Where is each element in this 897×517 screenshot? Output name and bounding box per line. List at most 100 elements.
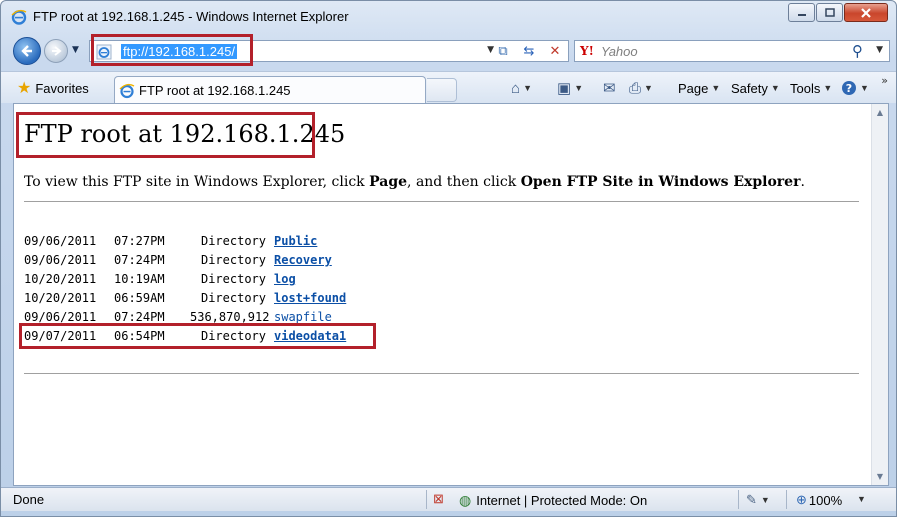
scroll-up-icon[interactable]: ▲ — [872, 104, 888, 121]
chevron-down-icon: ▼ — [770, 83, 780, 93]
page-content: FTP root at 192.168.1.245 To view this F… — [13, 103, 889, 486]
back-button[interactable] — [13, 37, 41, 65]
entry-link-log[interactable]: log — [274, 272, 296, 286]
list-item: 09/06/2011 07:27PM Directory Public — [24, 232, 346, 251]
close-icon — [861, 7, 871, 18]
list-item: 09/06/2011 07:24PM Directory Recovery — [24, 251, 346, 270]
instruction-open-keyword: Open FTP Site in Windows Explorer — [520, 174, 801, 190]
forward-icon — [52, 46, 62, 56]
zoom-control[interactable]: ⊕ 100% — [796, 492, 842, 508]
instruction-mid: , and then click — [407, 174, 521, 190]
scroll-down-icon[interactable]: ▼ — [872, 468, 888, 485]
browser-window: FTP root at 192.168.1.245 - Windows Inte… — [0, 0, 897, 517]
refresh-icon[interactable]: ⇆ — [520, 43, 538, 60]
security-status[interactable]: ✎ ▼ — [746, 492, 770, 508]
entry-date: 09/06/2011 — [24, 253, 97, 267]
forward-button[interactable] — [44, 39, 68, 63]
safety-menu[interactable]: Safety ▼ — [731, 78, 780, 98]
entry-time: 06:59AM — [114, 291, 165, 305]
instruction-text: To view this FTP site in Windows Explore… — [24, 174, 805, 190]
entry-date: 10/20/2011 — [24, 291, 97, 305]
yahoo-icon: Y! — [580, 44, 594, 58]
entry-time: 10:19AM — [114, 272, 165, 286]
address-dropdown[interactable]: ▼ — [487, 45, 494, 55]
title-highlight-box — [16, 112, 315, 158]
home-icon: ⌂ — [511, 79, 521, 97]
videodata1-highlight-box — [19, 323, 376, 349]
zoom-level: 100% — [808, 492, 843, 508]
entry-date: 10/20/2011 — [24, 272, 97, 286]
divider-bottom — [24, 373, 859, 374]
tools-menu[interactable]: Tools ▼ — [790, 78, 832, 98]
entry-size: Directory — [200, 234, 266, 248]
address-row: ▼ ftp://192.168.1.245/ ▼ ⧉ ⇆ ✕ Y! Yahoo … — [1, 33, 896, 69]
search-icon[interactable]: ⚲ — [852, 42, 863, 60]
feeds-icon: ▣ — [557, 80, 572, 97]
status-separator — [786, 490, 787, 509]
entry-link-swapfile[interactable]: swapfile — [274, 310, 332, 324]
search-box[interactable]: Y! Yahoo ⚲ ▼ — [574, 40, 890, 62]
globe-icon: ◍ — [459, 492, 472, 508]
minimize-icon — [797, 13, 806, 16]
print-button[interactable]: ⎙ ▼ — [629, 78, 653, 98]
instruction-end: . — [800, 174, 805, 190]
tab-ftp-root[interactable]: FTP root at 192.168.1.245 — [114, 76, 426, 104]
entry-time: 07:24PM — [114, 253, 165, 267]
tab-label: FTP root at 192.168.1.245 — [139, 83, 291, 98]
list-item: 10/20/2011 10:19AM Directory log — [24, 270, 346, 289]
compat-view-icon[interactable]: ⧉ — [494, 43, 512, 60]
chevron-more-icon[interactable]: » — [881, 74, 888, 87]
entry-size: Directory — [200, 272, 266, 286]
status-bar: Done ⊠ ◍ Internet | Protected Mode: On ✎… — [1, 487, 896, 511]
chevron-down-icon: ▼ — [823, 83, 833, 93]
recent-pages-dropdown[interactable]: ▼ — [72, 45, 79, 55]
window-controls — [787, 3, 888, 22]
mail-button[interactable]: ✉ — [603, 78, 616, 98]
entry-size: Directory — [200, 253, 266, 267]
tools-menu-label: Tools — [790, 80, 821, 96]
safety-menu-label: Safety — [731, 80, 768, 96]
entry-link-public[interactable]: Public — [274, 234, 317, 248]
zoom-icon: ⊕ — [796, 492, 807, 507]
help-icon: ? — [842, 81, 856, 95]
status-separator — [426, 490, 427, 509]
list-item: 10/20/2011 06:59AM Directory lost+found — [24, 289, 346, 308]
popup-blocked-icon[interactable]: ⊠ — [433, 491, 444, 507]
entry-link-lost-found[interactable]: lost+found — [274, 291, 346, 305]
minimize-button[interactable] — [788, 3, 815, 22]
feeds-button[interactable]: ▣ ▼ — [557, 78, 583, 98]
entry-date: 09/06/2011 — [24, 234, 97, 248]
ie-icon — [11, 9, 27, 25]
vertical-scrollbar[interactable]: ▲ ▼ — [871, 104, 888, 485]
search-placeholder: Yahoo — [601, 44, 638, 59]
svg-text:?: ? — [846, 82, 852, 95]
back-icon — [21, 45, 32, 57]
home-button[interactable]: ⌂ ▼ — [511, 78, 532, 98]
status-separator — [738, 490, 739, 509]
maximize-icon — [824, 8, 835, 17]
new-tab-button[interactable] — [427, 78, 457, 102]
page-menu-label: Page — [678, 80, 709, 96]
zone-text: Internet | Protected Mode: On — [476, 493, 648, 508]
mail-icon: ✉ — [603, 80, 616, 97]
favorites-star-icon: ★ — [17, 80, 32, 97]
print-icon: ⎙ — [629, 79, 642, 97]
search-options-dropdown[interactable]: ▼ — [876, 45, 883, 55]
favorites-label: Favorites — [35, 80, 89, 96]
divider-top — [24, 201, 859, 202]
maximize-button[interactable] — [816, 3, 843, 22]
instruction-pre: To view this FTP site in Windows Explore… — [24, 174, 370, 190]
close-button[interactable] — [844, 3, 888, 22]
page-menu[interactable]: Page ▼ — [678, 78, 720, 98]
ie-icon — [119, 83, 135, 98]
help-button[interactable]: ? ▼ — [841, 78, 869, 98]
chevron-down-icon: ▼ — [711, 83, 721, 93]
security-zone[interactable]: ◍ Internet | Protected Mode: On — [459, 492, 647, 509]
entry-size: Directory — [200, 291, 266, 305]
entry-link-recovery[interactable]: Recovery — [274, 253, 332, 267]
favorites-button[interactable]: ★ Favorites — [13, 77, 95, 99]
title-bar: FTP root at 192.168.1.245 - Windows Inte… — [1, 1, 896, 33]
zoom-dropdown[interactable]: ▼ — [857, 494, 866, 504]
stop-icon[interactable]: ✕ — [546, 43, 564, 60]
url-highlight-box — [91, 34, 253, 66]
